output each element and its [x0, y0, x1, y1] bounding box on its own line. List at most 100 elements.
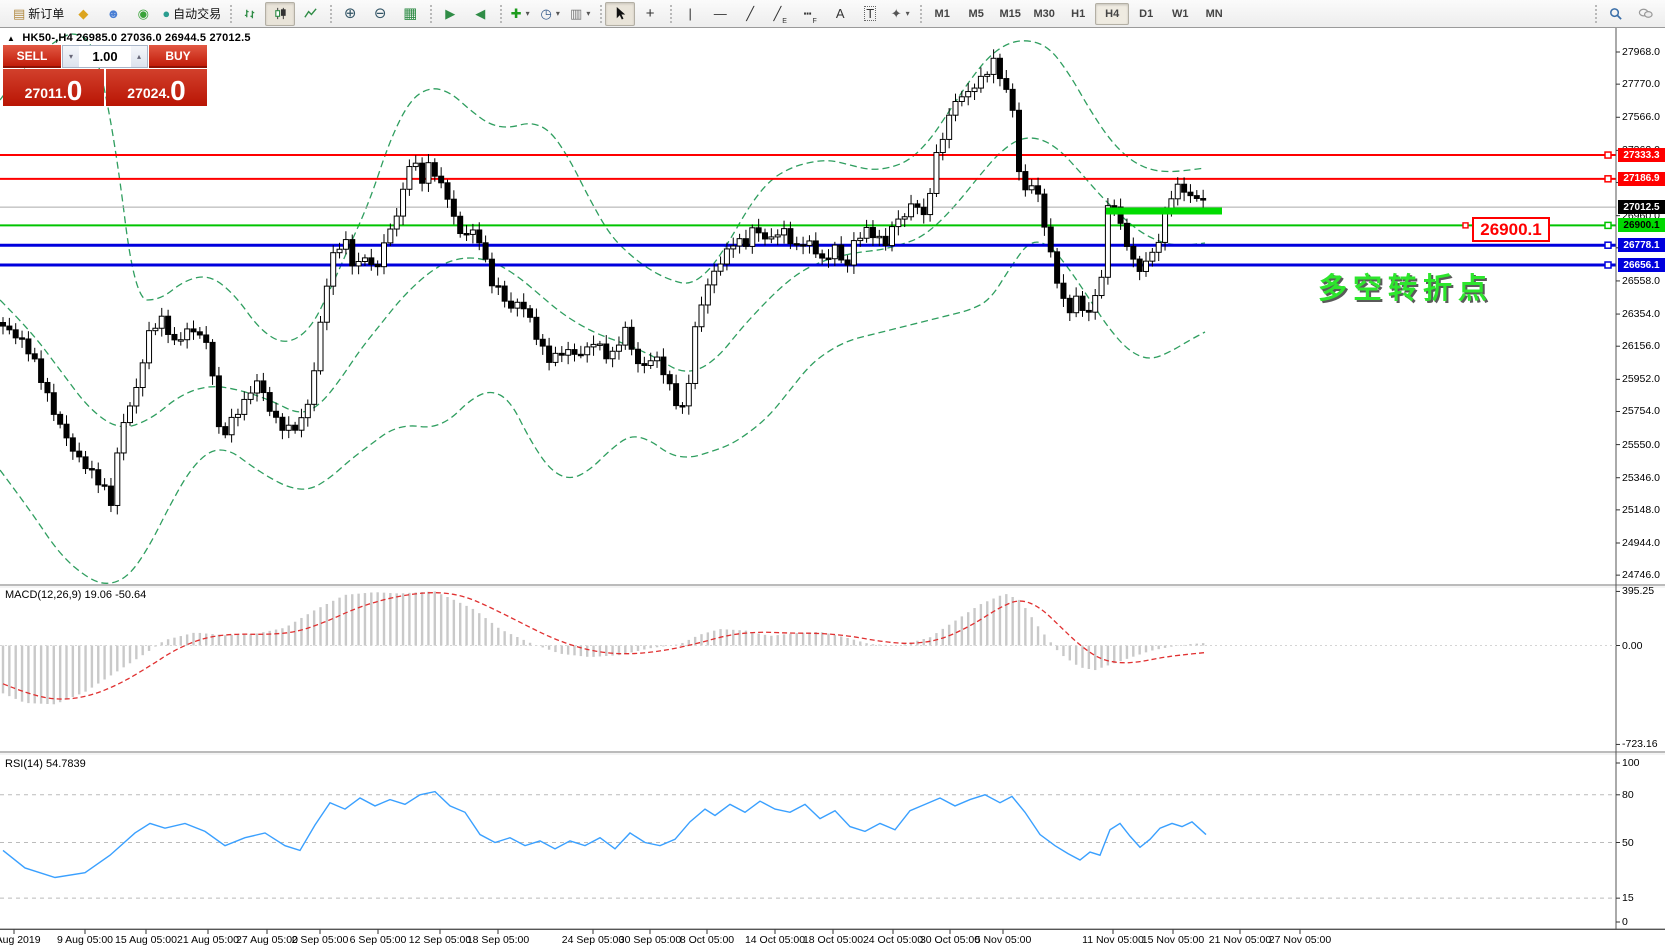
sell-button[interactable]: SELL	[3, 45, 61, 68]
candle-body	[336, 248, 343, 254]
hline-anchor-26778.1[interactable]	[1604, 241, 1612, 249]
candle-body	[285, 424, 292, 431]
candle-body	[869, 226, 876, 239]
price-callout-box[interactable]: 26900.1	[1472, 217, 1550, 242]
rsi-line	[2, 790, 1207, 879]
volume-value[interactable]: 1.00	[79, 46, 131, 67]
collapse-arrow-icon[interactable]: ▲	[7, 34, 15, 43]
candle-body	[412, 162, 419, 168]
candle-body	[666, 374, 673, 385]
candle-body	[679, 405, 686, 408]
candle-body	[184, 328, 191, 341]
chart-canvas[interactable]	[0, 0, 1665, 950]
symbol-timeframe: HK50-,H4	[22, 32, 73, 44]
macd-value: 19.06	[84, 589, 113, 601]
candle-body	[1003, 78, 1010, 90]
time-axis-label: 15 Nov 05:00	[1141, 934, 1205, 946]
hline-anchor-26900.1[interactable]	[1604, 221, 1612, 230]
sell-price-panel[interactable]: 27011 . 0	[3, 69, 104, 106]
price-tick-label: 24944.0	[1622, 536, 1660, 549]
candle-body	[1060, 282, 1067, 299]
candle-body	[990, 57, 997, 75]
candle-body	[266, 392, 273, 412]
support-highlight-bar[interactable]	[1106, 207, 1222, 215]
candle-body	[628, 326, 635, 350]
volume-stepper: ▾ 1.00 ▴	[62, 45, 148, 68]
candle-body	[469, 229, 476, 235]
candle-body	[425, 162, 432, 184]
candle-body	[1155, 241, 1162, 253]
candle-body	[114, 452, 121, 506]
candle-body	[520, 301, 527, 310]
candle-body	[596, 343, 603, 346]
candle-body	[171, 333, 178, 341]
candle-body	[101, 484, 108, 487]
candle-body	[1066, 297, 1073, 314]
candle-body	[1149, 251, 1156, 262]
candle-body	[908, 203, 915, 218]
price-tag-26656.1: 26656.1	[1618, 258, 1665, 272]
one-click-trading-panel: SELL ▾ 1.00 ▴ BUY 27011 . 0 27024 . 0	[3, 45, 207, 106]
candle-body	[965, 91, 972, 98]
time-axis-label: 30 Oct 05:00	[919, 934, 981, 946]
candle-body	[762, 232, 768, 240]
volume-decrease-button[interactable]: ▾	[63, 46, 79, 67]
candle-body	[971, 87, 978, 93]
time-axis-label: 15 Aug 05:00	[115, 934, 177, 946]
candle-body	[1104, 205, 1111, 278]
candle-body	[1162, 211, 1169, 243]
ohlc-readout: ▲ HK50-,H4 26985.0 27036.0 26944.5 27012…	[7, 32, 251, 44]
rsi-name: RSI(14)	[5, 758, 43, 770]
hline-anchor-27333.3[interactable]	[1604, 151, 1612, 159]
time-axis-label: 21 Aug 05:00	[177, 934, 239, 946]
bollinger-lower-band	[0, 241, 1206, 584]
candle-body	[133, 386, 140, 407]
candle-body	[203, 334, 210, 343]
time-axis-label: 8 Oct 05:00	[679, 934, 735, 946]
candle-body	[438, 175, 445, 184]
candle-body	[1047, 226, 1054, 253]
candle-body	[298, 417, 305, 431]
rsi-tick-label: 0	[1622, 916, 1628, 928]
hline-anchor-26656.1[interactable]	[1604, 261, 1612, 269]
candle-body	[895, 218, 902, 228]
sell-price-main: 27011	[24, 85, 63, 101]
macd-tick-label: 395.25	[1622, 585, 1655, 598]
time-axis-label: 11 Nov 05:00	[1082, 934, 1144, 946]
rsi-indicator-label: RSI(14) 54.7839	[5, 758, 86, 770]
macd-tick-label: 0.00	[1622, 639, 1643, 652]
hline-anchor-27186.9[interactable]	[1604, 175, 1612, 183]
candle-body	[768, 236, 775, 240]
buy-button[interactable]: BUY	[149, 45, 207, 68]
candle-body	[1130, 245, 1137, 260]
candle-body	[260, 380, 267, 394]
candle-body	[6, 325, 13, 331]
price-tick-label: 26558.0	[1622, 274, 1660, 287]
candle-body	[330, 252, 337, 287]
turning-point-annotation[interactable]: 多空转折点	[1318, 265, 1493, 307]
candle-body	[120, 422, 127, 454]
candle-body	[1009, 88, 1016, 111]
buy-price-panel[interactable]: 27024 . 0	[106, 69, 207, 106]
buy-price-pips: 0	[170, 75, 186, 106]
candle-body	[57, 413, 64, 425]
candle-body	[1041, 193, 1048, 228]
candle-body	[1181, 183, 1188, 193]
candle-body	[876, 235, 883, 239]
candle-body	[304, 403, 311, 419]
candle-body	[1123, 222, 1130, 247]
candle-body	[1085, 309, 1092, 313]
ohlc-open: 26985.0	[76, 32, 118, 44]
buy-price-main: 27024	[127, 85, 167, 101]
candle-body	[952, 100, 959, 116]
candle-body	[69, 437, 76, 452]
candle-body	[342, 239, 349, 250]
price-tick-label: 24746.0	[1622, 569, 1660, 582]
ohlc-low: 26944.5	[165, 32, 207, 44]
time-axis-label: 14 Oct 05:00	[744, 934, 806, 946]
volume-increase-button[interactable]: ▴	[131, 46, 147, 67]
price-tick-label: 25148.0	[1622, 503, 1660, 516]
candle-body	[946, 114, 953, 140]
macd-tick-label: -723.16	[1622, 738, 1658, 751]
candle-body	[31, 353, 38, 360]
